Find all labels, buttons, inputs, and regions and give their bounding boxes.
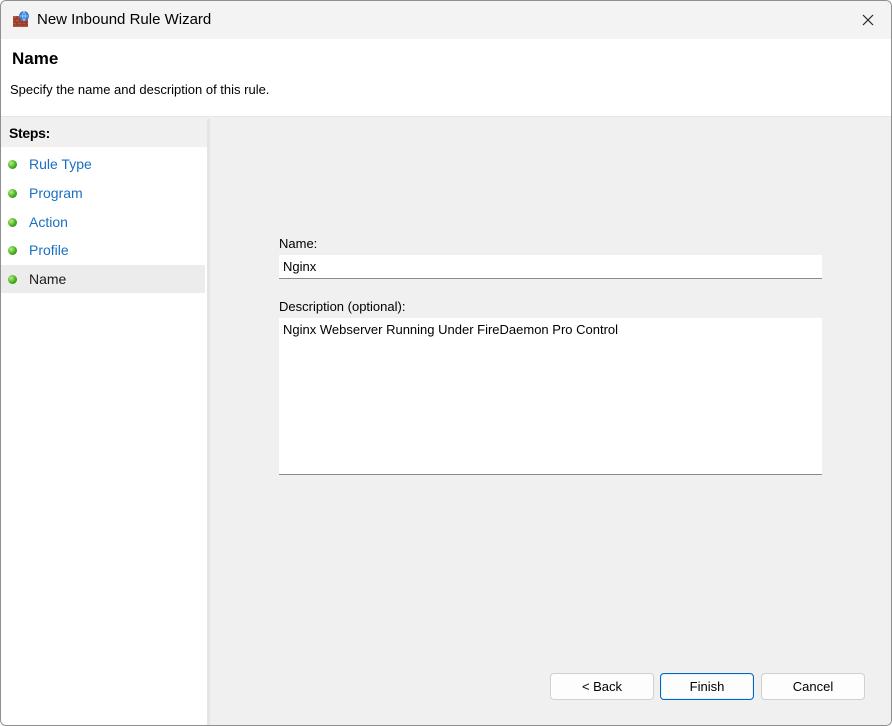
- step-status-icon: [8, 189, 17, 198]
- page-title: Name: [12, 49, 59, 68]
- step-label: Action: [29, 214, 68, 230]
- steps-heading-label: Steps:: [9, 125, 50, 141]
- name-label: Name:: [279, 236, 318, 251]
- wizard-content: Name: Description (optional): Nginx Webs…: [210, 119, 891, 725]
- step-program[interactable]: Program: [1, 179, 205, 207]
- step-status-icon: [8, 246, 17, 255]
- firewall-icon: [13, 10, 29, 27]
- step-action[interactable]: Action: [1, 208, 205, 236]
- step-label: Program: [29, 185, 83, 201]
- description-textarea[interactable]: Nginx Webserver Running Under FireDaemon…: [279, 318, 822, 475]
- window-title: New Inbound Rule Wizard: [37, 11, 212, 28]
- finish-button[interactable]: Finish: [660, 673, 754, 700]
- name-input[interactable]: [279, 255, 822, 279]
- step-label: Rule Type: [29, 156, 92, 172]
- step-label: Profile: [29, 242, 69, 258]
- step-profile[interactable]: Profile: [1, 236, 205, 264]
- back-button[interactable]: < Back: [550, 673, 654, 700]
- wizard-window: New Inbound Rule Wizard Name Specify the…: [0, 0, 892, 726]
- description-label: Description (optional):: [279, 299, 406, 314]
- step-status-icon: [8, 275, 17, 284]
- steps-heading: Steps:: [1, 119, 207, 147]
- close-button[interactable]: [845, 1, 891, 39]
- close-icon: [862, 14, 874, 26]
- step-name[interactable]: Name: [1, 265, 205, 293]
- step-status-icon: [8, 218, 17, 227]
- step-label: Name: [29, 271, 67, 287]
- steps-sidebar: Steps: Rule Type Program Action Profile …: [1, 119, 207, 725]
- page-subtitle: Specify the name and description of this…: [10, 82, 270, 97]
- title-bar[interactable]: New Inbound Rule Wizard: [1, 1, 891, 39]
- wizard-header: Name Specify the name and description of…: [1, 39, 891, 117]
- step-status-icon: [8, 160, 17, 169]
- cancel-button[interactable]: Cancel: [761, 673, 865, 700]
- step-rule-type[interactable]: Rule Type: [1, 150, 205, 178]
